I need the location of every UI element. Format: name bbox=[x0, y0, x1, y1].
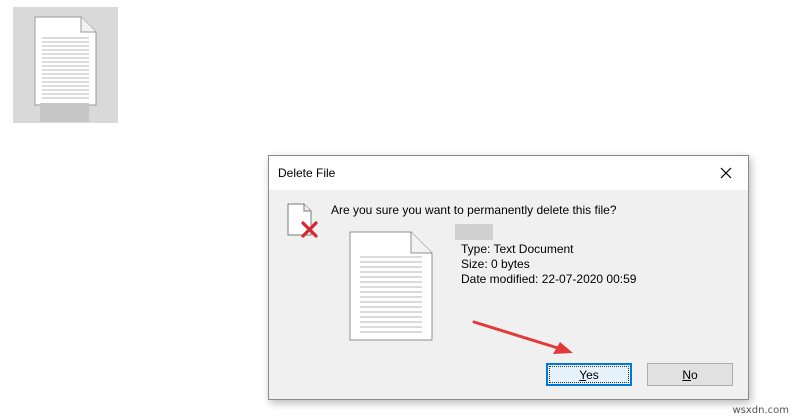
dialog-titlebar[interactable]: Delete File bbox=[269, 156, 748, 190]
no-button[interactable]: No bbox=[647, 363, 733, 386]
file-size: Size: 0 bytes bbox=[461, 257, 530, 271]
confirmation-question: Are you sure you want to permanently del… bbox=[331, 203, 617, 217]
file-name-redacted bbox=[455, 224, 493, 240]
yes-button[interactable]: Yes bbox=[546, 363, 632, 386]
annotation-arrow bbox=[472, 320, 573, 354]
file-date-modified: Date modified: 22-07-2020 00:59 bbox=[461, 272, 637, 286]
yes-button-label: Yes bbox=[579, 367, 599, 382]
document-delete-icon bbox=[287, 203, 318, 238]
file-type: Type: Text Document bbox=[461, 242, 574, 256]
watermark: wsxdn.com bbox=[732, 405, 789, 416]
close-icon bbox=[720, 167, 732, 179]
document-icon bbox=[34, 16, 97, 106]
file-properties: Type: Text Document Size: 0 bytes Date m… bbox=[461, 242, 636, 287]
close-button[interactable] bbox=[706, 157, 746, 189]
document-icon bbox=[349, 231, 433, 341]
delete-file-dialog: Delete File Are you sure you want to per… bbox=[268, 155, 749, 400]
file-name-redacted bbox=[40, 103, 89, 122]
dialog-title: Delete File bbox=[278, 166, 336, 180]
desktop-file-item[interactable] bbox=[13, 7, 118, 123]
no-button-label: No bbox=[682, 367, 698, 382]
